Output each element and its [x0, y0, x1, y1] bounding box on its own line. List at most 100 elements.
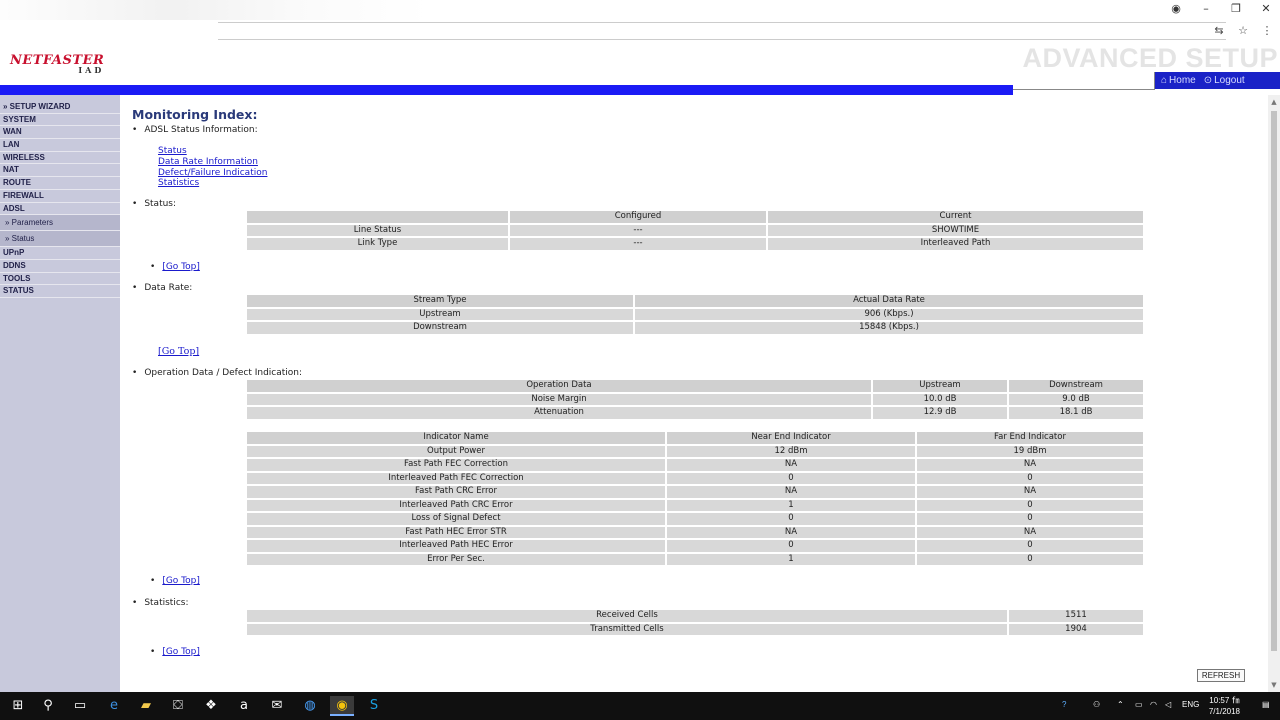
table-cell: NA [667, 486, 915, 498]
sidebar-item-wan[interactable]: WAN [0, 126, 120, 140]
logout-icon: ⊙ [1203, 75, 1213, 86]
table-cell: 0 [917, 540, 1143, 552]
restore-icon[interactable]: ❐ [1228, 2, 1244, 16]
sidebar-item-upnp[interactable]: UPnP [0, 247, 120, 260]
page-title: Monitoring Index: [132, 107, 258, 122]
link-defect[interactable]: Defect/Failure Indication [158, 168, 267, 179]
table-header: Upstream [873, 380, 1007, 392]
skype-icon[interactable]: S [362, 696, 386, 716]
minimize-icon[interactable]: – [1198, 2, 1214, 16]
chrome-icon[interactable]: ◉ [330, 696, 354, 716]
account-icon[interactable]: ◉ [1168, 2, 1184, 16]
table-cell: 1511 [1009, 610, 1143, 622]
table-cell: Interleaved Path FEC Correction [247, 472, 665, 484]
sidebar-item-route[interactable]: ROUTE [0, 177, 120, 190]
table-cell: 0 [917, 472, 1143, 484]
sidebar-subitem-status[interactable]: » Status [0, 231, 120, 248]
language-indicator[interactable]: ENG [1182, 700, 1199, 709]
file-explorer-icon[interactable]: ▰ [134, 696, 158, 716]
table-header [247, 211, 508, 223]
table-cell: SHOWTIME [768, 224, 1143, 236]
scroll-thumb[interactable] [1271, 111, 1277, 651]
sidebar-item-wireless[interactable]: WIRELESS [0, 152, 120, 165]
header-divider [1013, 89, 1155, 90]
windows-start-icon[interactable]: ⊞ [6, 696, 30, 716]
sidebar-item-adsl[interactable]: ADSL [0, 203, 120, 216]
volume-icon[interactable]: ◁ [1165, 700, 1171, 709]
go-top-link[interactable]: [Go Top] [162, 576, 200, 586]
sidebar-subitem-parameters[interactable]: » Parameters [0, 215, 120, 232]
refresh-button[interactable]: REFRESH [1197, 669, 1245, 682]
sidebar-item-system[interactable]: SYSTEM [0, 114, 120, 127]
mail-icon[interactable]: ✉ [265, 696, 289, 716]
router-header: NETFASTER IAD ADVANCED SETUP ⌂ Home ⊙ Logo… [0, 43, 1280, 95]
sidebar-item-lan[interactable]: LAN [0, 139, 120, 152]
sidebar-item-setup-wizard[interactable]: » SETUP WIZARD [0, 101, 120, 114]
main-content: Monitoring Index: ADSL Status Informatio… [120, 95, 1268, 692]
tray-chevron-icon[interactable]: ⌃ [1117, 700, 1124, 709]
table-cell: NA [667, 526, 915, 538]
notifications-icon[interactable]: ▤ [1262, 700, 1270, 709]
store-icon[interactable]: ⛋ [166, 696, 190, 716]
table-cell: Received Cells [247, 610, 1007, 622]
home-label: Home [1169, 75, 1196, 86]
help-icon[interactable]: ? [1062, 700, 1066, 709]
table-cell: Transmitted Cells [247, 623, 1007, 635]
go-top-link[interactable]: [Go Top] [158, 346, 199, 357]
clock-time: 10:57 ㎙ [1209, 696, 1240, 705]
close-icon[interactable]: ✕ [1258, 2, 1274, 16]
table-header: Downstream [1009, 380, 1143, 392]
table-cell: Attenuation [247, 407, 871, 419]
vertical-scrollbar[interactable]: ▲ ▼ [1268, 95, 1280, 692]
top-nav: ⌂ Home ⊙ Logout [1155, 72, 1280, 89]
edge-icon[interactable]: e [102, 696, 126, 716]
people-icon[interactable]: ⚇ [1093, 700, 1100, 709]
table-header: Configured [510, 211, 766, 223]
table-cell: --- [510, 224, 766, 236]
search-icon[interactable]: ⚲ [36, 696, 60, 716]
amazon-icon[interactable]: a [232, 696, 256, 716]
battery-icon[interactable]: ▭ [1135, 700, 1143, 709]
address-bar[interactable] [218, 22, 1226, 40]
task-view-icon[interactable]: ▭ [68, 696, 92, 716]
link-data-rate[interactable]: Data Rate Information [158, 157, 267, 168]
link-statistics[interactable]: Statistics [158, 178, 267, 189]
windows-taskbar: ⊞ ⚲ ▭ e ▰ ⛋ ❖ a ✉ ◍ ◉ S ? ⚇ ⌃ ▭ ◠ ◁ ENG … [0, 692, 1280, 720]
translate-icon[interactable]: ⇆ [1212, 24, 1226, 38]
firefox-icon[interactable]: ◍ [298, 696, 322, 716]
sidebar-item-status[interactable]: STATUS [0, 285, 120, 298]
table-cell: NA [917, 486, 1143, 498]
clock[interactable]: 10:57 ㎙ 7/1/2018 [1209, 695, 1240, 717]
logout-link[interactable]: ⊙ Logout [1204, 75, 1245, 86]
operation-data-table: Operation Data Upstream Downstream Noise M… [245, 378, 1145, 421]
star-icon[interactable]: ☆ [1236, 24, 1250, 38]
scroll-up-icon[interactable]: ▲ [1270, 98, 1278, 106]
table-cell: 12 dBm [667, 445, 915, 457]
table-cell: --- [510, 238, 766, 250]
sidebar-item-ddns[interactable]: DDNS [0, 260, 120, 273]
clock-date: 7/1/2018 [1208, 707, 1240, 716]
table-cell: 0 [917, 553, 1143, 565]
sidebar-item-firewall[interactable]: FIREWALL [0, 190, 120, 203]
menu-dots-icon[interactable]: ⋮ [1260, 24, 1274, 38]
operation-section-label: Operation Data / Defect Indication: [132, 368, 302, 378]
scroll-down-icon[interactable]: ▼ [1270, 681, 1278, 689]
go-top-item: [Go Top] [150, 576, 200, 586]
indicator-table: Indicator Name Near End Indicator Far End … [245, 430, 1145, 567]
go-top-link[interactable]: [Go Top] [162, 262, 200, 272]
link-status[interactable]: Status [158, 146, 267, 157]
go-top-link[interactable]: [Go Top] [162, 647, 200, 657]
go-top-item: [Go Top] [150, 647, 200, 657]
sidebar-item-nat[interactable]: NAT [0, 164, 120, 178]
dropbox-icon[interactable]: ❖ [199, 696, 223, 716]
browser-chrome: ◉ – ❐ ✕ ⇆ ☆ ⋮ [0, 0, 1280, 43]
window-controls: ◉ – ❐ ✕ [1168, 2, 1274, 16]
sidebar-item-tools[interactable]: TOOLS [0, 273, 120, 286]
home-link[interactable]: ⌂ Home [1161, 75, 1196, 86]
table-header: Indicator Name [247, 432, 665, 444]
table-cell: 0 [917, 499, 1143, 511]
table-cell: 18.1 dB [1009, 407, 1143, 419]
statistics-section-label: Statistics: [132, 598, 188, 608]
table-cell: Interleaved Path CRC Error [247, 499, 665, 511]
wifi-icon[interactable]: ◠ [1150, 700, 1157, 709]
